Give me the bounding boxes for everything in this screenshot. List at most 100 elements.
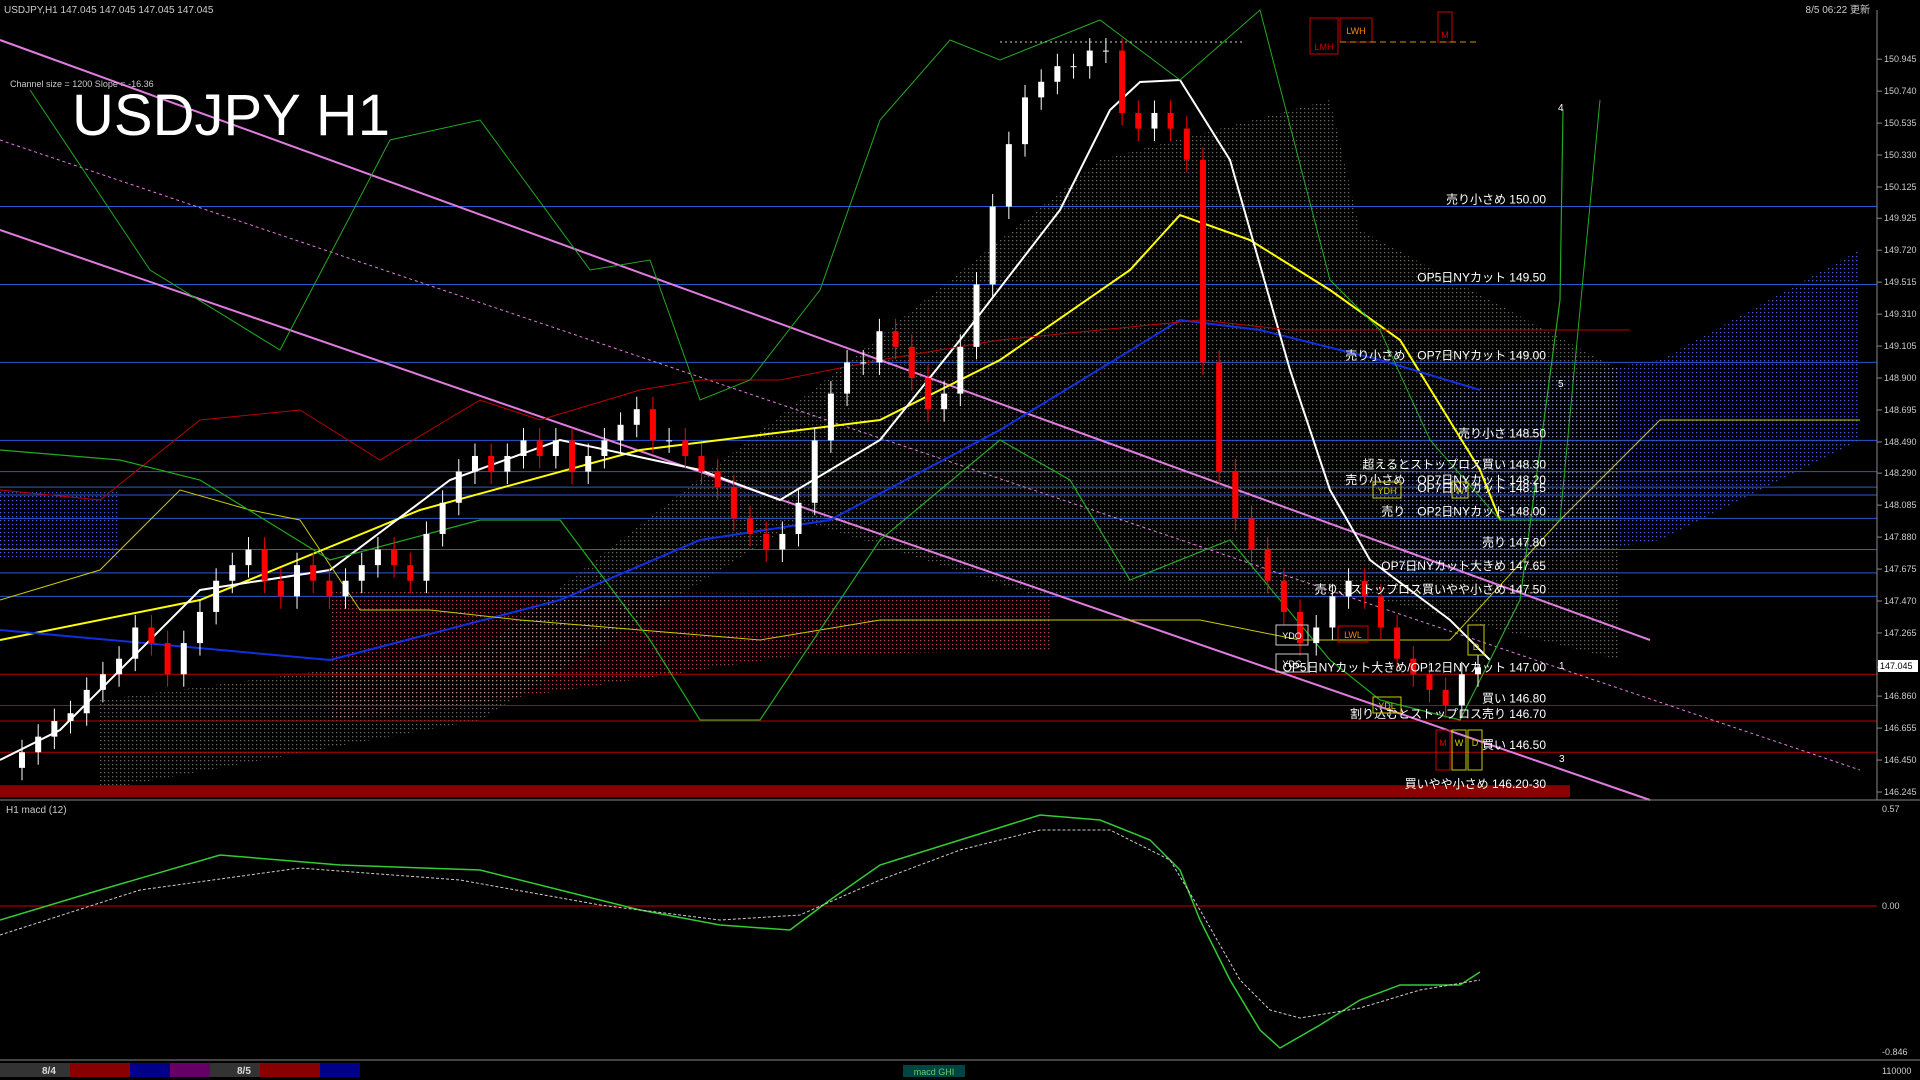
- candle-body: [180, 643, 187, 675]
- candle-body: [520, 440, 527, 456]
- candle-body: [795, 502, 802, 534]
- candle-body: [83, 689, 90, 714]
- macd-label: H1 macd (12): [6, 805, 67, 816]
- candle-body: [1135, 112, 1142, 129]
- candle-body: [132, 627, 139, 659]
- wave-label-4: 4: [1558, 103, 1564, 114]
- price-tick-label: 149.105: [1884, 341, 1917, 351]
- candle-body: [245, 549, 252, 566]
- price-tick-label: 150.330: [1884, 150, 1917, 160]
- level-label: 売り小さ 148.50: [1458, 425, 1546, 440]
- candle-body: [67, 713, 74, 722]
- price-tick-label: 148.085: [1884, 500, 1917, 510]
- marker-lwh: LWH: [1346, 26, 1365, 36]
- chart-title: USDJPY H1: [72, 83, 390, 148]
- candle-body: [1167, 112, 1174, 129]
- level-label: OP7日NYカット 148.15: [1417, 481, 1546, 495]
- marker-m-top: M: [1441, 30, 1449, 40]
- current-price-label: 147.045: [1880, 661, 1913, 671]
- candle-body: [827, 393, 834, 441]
- level-label: OP7日NYカット大きめ 147.65: [1381, 559, 1546, 573]
- candle-body: [439, 502, 446, 534]
- price-tick-label: 146.245: [1884, 787, 1917, 797]
- candle-body: [164, 643, 171, 675]
- candle-body: [1426, 674, 1433, 690]
- candle-body: [455, 471, 462, 503]
- candle-body: [1313, 627, 1320, 644]
- candle-body: [892, 331, 899, 347]
- candle-body: [326, 580, 333, 597]
- candle-body: [261, 549, 268, 581]
- candle-body: [601, 440, 608, 456]
- price-tick-label: 146.450: [1884, 755, 1917, 765]
- price-tick-label: 149.925: [1884, 213, 1917, 223]
- candle-body: [229, 565, 236, 581]
- price-tick-label: 147.265: [1884, 628, 1917, 638]
- candle-body: [924, 378, 931, 410]
- marker-m-bottom: M: [1439, 738, 1447, 748]
- macd-tick-bottom: -0.846: [1882, 1047, 1908, 1057]
- candle-body: [811, 440, 818, 503]
- level-label: 売り小さめ OP7日NYカット 149.00: [1345, 347, 1546, 362]
- wave-label-5: 5: [1558, 379, 1564, 390]
- candle-body: [714, 471, 721, 488]
- candle-body: [552, 440, 559, 456]
- price-tick-label: 149.515: [1884, 277, 1917, 287]
- candle-body: [358, 565, 365, 581]
- candle-body: [1119, 50, 1126, 113]
- candle-body: [213, 580, 220, 612]
- candle-body: [730, 487, 737, 519]
- datetime-label: 8/5 06:22 更新: [1806, 3, 1870, 16]
- date-label-2: 8/5: [237, 1066, 251, 1077]
- candle-body: [1199, 159, 1206, 363]
- candle-body: [698, 455, 705, 472]
- level-label: 売り OP2日NYカット 148.00: [1381, 503, 1546, 518]
- candle-body: [99, 674, 106, 690]
- price-tick-label: 147.470: [1884, 596, 1917, 606]
- chart-canvas: 売り小さめ 150.00 OP5日NYカット 149.50 売り小さめ OP7日NY…: [0, 0, 1920, 1080]
- price-tick-label: 147.675: [1884, 564, 1917, 574]
- level-label: 買いやや小さめ 146.20-30: [1405, 777, 1547, 791]
- price-tick-label: 146.655: [1884, 723, 1917, 733]
- candle-body: [1086, 50, 1093, 67]
- marker-ydh: YDH: [1377, 486, 1396, 496]
- candle-body: [989, 206, 996, 285]
- candle-body: [1377, 596, 1384, 628]
- price-tick-label: 147.880: [1884, 532, 1917, 542]
- candle-body: [941, 393, 948, 410]
- price-tick-label: 150.945: [1884, 54, 1917, 64]
- candle-body: [649, 409, 656, 441]
- candle-body: [1232, 471, 1239, 519]
- candle-body: [763, 533, 770, 550]
- candle-body: [585, 455, 592, 472]
- price-tick-label: 150.535: [1884, 118, 1917, 128]
- candle-body: [1248, 518, 1255, 550]
- candle-body: [860, 362, 867, 364]
- price-tick-label: 149.310: [1884, 309, 1917, 319]
- candle-body: [1329, 596, 1336, 628]
- candle-body: [957, 346, 964, 394]
- price-tick-label: 150.740: [1884, 86, 1917, 96]
- candle-body: [488, 455, 495, 472]
- macd-tick-top: 0.57: [1882, 804, 1900, 814]
- candle-body: [407, 565, 414, 581]
- candle-body: [747, 518, 753, 534]
- price-tick-label: 148.695: [1884, 405, 1917, 415]
- level-label: OP5日NYカット 149.50: [1417, 270, 1546, 284]
- candle-body: [1054, 66, 1061, 82]
- candle-body: [116, 658, 123, 675]
- candle-body: [682, 440, 689, 456]
- candle-body: [504, 455, 511, 472]
- candle-body: [374, 549, 381, 566]
- candle-body: [1458, 674, 1465, 706]
- marker-w-bottom: W: [1455, 738, 1464, 748]
- candle-body: [876, 331, 883, 363]
- marker-ydl: YDL: [1378, 701, 1396, 711]
- candle-body: [666, 440, 673, 442]
- macd-tab-label[interactable]: macd GHI: [914, 1067, 955, 1077]
- candle-body: [779, 533, 786, 550]
- candle-body: [1038, 81, 1045, 98]
- candle-body: [148, 627, 155, 644]
- candle-body: [277, 580, 284, 597]
- marker-lmh: LMH: [1314, 42, 1333, 52]
